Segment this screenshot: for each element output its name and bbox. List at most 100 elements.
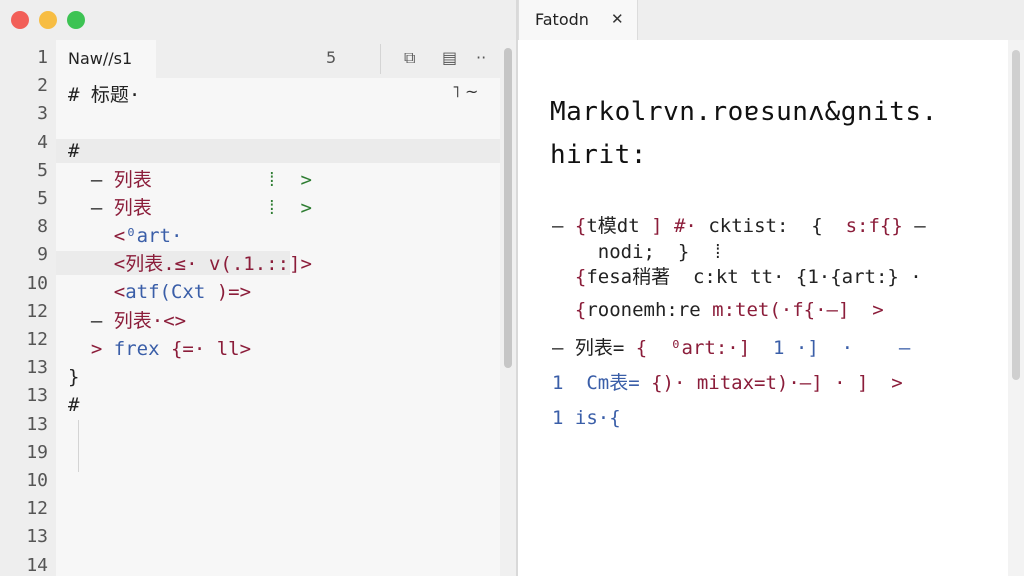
preview-line: nodi; } ⁞ [552,240,724,264]
line-number: 13 [26,413,48,435]
preview-line: {roonemh:re m:tet(·f{·–] > [552,298,884,322]
title-bar: Fatodn ✕ [0,0,1024,40]
preview-scrollbar[interactable] [1008,40,1024,576]
toolbar-divider [380,44,381,74]
line-number: 13 [26,385,48,407]
preview-line-token: 1 Cm表= [552,372,652,394]
code-line-token: – [68,168,114,191]
code-line: – 列表 ⁞ > [68,197,312,219]
preview-line-token: ckti [708,215,755,237]
preview-line: – 列表= { ⁰art:·] 1 ·] · – [552,336,910,360]
code-line-token: :]> [277,253,312,276]
code-line: # 标题· [68,84,140,106]
code-line: # [68,394,79,416]
code-line-token: {=· ll> [159,337,252,360]
maximize-button[interactable] [67,11,85,29]
preview-line-token: – 列表= [552,337,636,359]
preview-line: 1 is·{ [552,406,621,430]
preview-line-token: t模dt [586,215,640,237]
tab-editor-file[interactable]: Naw//s1 [56,40,156,78]
close-button[interactable] [11,11,29,29]
app-window: Fatodn ✕ 1 2 3 4 5 5 8 9 10 12 12 13 13 13 19 10 12 13 14 … [0,0,1024,576]
preview-line-token: 1 is·{ [552,407,621,429]
code-line-token: 列表 [113,196,152,219]
indent-guide [78,420,79,472]
code-line: # [68,140,79,162]
preview-line-token: s:f{} [845,215,903,237]
preview-line: 1 Cm表= {)· mitax=t)·–] · ] > [552,371,903,395]
code-line: – 列表·<> [68,310,186,332]
line-number: 4 [37,131,48,153]
line-number: 1 [37,47,48,68]
preview-tab-label: Fatodn [535,10,589,29]
line-number: 10 [26,272,48,294]
editor-pane[interactable] [56,40,500,576]
preview-line-token: fesa稍著 [586,266,671,288]
preview-line: {fesa稍著 c:kt tt· {1·{art:} · [552,265,922,289]
code-line-token: < [68,225,126,247]
split-view-icon[interactable]: ⧉ [404,48,415,68]
preview-line-token: m:tet(·f{·–] > [700,299,884,321]
line-number: 12 [26,498,48,520]
code-line-token: < [68,281,126,304]
code-line-token: > [300,196,312,219]
line-number: 3 [37,103,48,125]
preview-line-token: 1 ·] · – [750,337,911,359]
preview-line-token: {)· mitax=t)·–] · ] > [651,372,903,394]
code-line-token: # [68,140,80,163]
code-line-token: – [68,309,114,332]
code-line: <⁰art· [68,225,183,247]
preview-line-token: – [552,215,575,237]
preview-line-token: { [552,266,587,288]
code-line-token: } [68,366,80,388]
minimize-button[interactable] [39,11,57,29]
editor-scrollbar[interactable] [500,40,516,576]
cursor-mark-icon: ˥ ~ [452,82,479,101]
preview-heading-line-1: Markolrvn.roɐsunʌ&gnits. [550,97,938,127]
preview-line-token: st: { [754,215,846,237]
preview-line-token: – [902,215,926,237]
editor-tab-label: Naw//s1 [68,49,133,68]
line-number-gutter: 1 2 3 4 5 5 8 9 10 12 12 13 13 13 19 10 12 13 14 [0,40,56,576]
line-number: 13 [26,357,48,379]
code-line-token: > [68,337,114,360]
code-line-token: < [68,253,126,276]
line-number: 13 [26,526,48,548]
code-line-token: > [300,168,312,191]
marker-icon[interactable]: 5 [326,48,336,67]
line-number: 10 [26,470,48,491]
line-number: 5 [37,188,48,209]
preview-line-token: { ⁰art:·] [635,337,751,359]
preview-scroll-thumb[interactable] [1012,50,1020,380]
code-line-token: ⁞ [151,196,301,219]
code-line-token: ⁰art· [125,225,183,247]
line-number: 5 [37,159,48,181]
preview-line-token: { [574,215,587,237]
code-line-token: atf(Cxt [125,281,206,304]
preview-line-token: c:kt tt· {1·{art:} · [670,266,922,288]
preview-toggle-icon[interactable]: ▤ [442,48,457,67]
code-line: } [68,366,79,388]
tab-preview[interactable]: Fatodn ✕ [518,0,638,40]
preview-line-token: nodi; } ⁞ [552,241,724,263]
code-line-token: 列表.≤· v(.1.: [125,253,278,276]
editor-scroll-thumb[interactable] [504,48,512,368]
preview-line: – {t模dt ] #· cktist: { s:f{} – [552,214,926,238]
line-number: 19 [26,441,48,463]
more-options-icon[interactable]: ·· [476,48,486,67]
line-number: 2 [37,75,48,97]
code-line: <列表.≤· v(.1.::]> [68,253,312,275]
current-line-highlight [56,139,500,163]
code-line-token: )=> [205,281,252,304]
code-line-token: 列表 [113,168,152,191]
line-number: 8 [37,216,48,238]
preview-line-token: roonemh:re [586,299,701,321]
close-icon[interactable]: ✕ [611,10,624,28]
preview-heading-line-2: hirit: [550,140,647,170]
code-line-token: # 标题· [68,84,141,106]
code-line: – 列表 ⁞ > [68,169,312,191]
line-number: 12 [26,300,48,322]
preview-line-token: ] #· [639,215,709,237]
code-line-token: 列表·<> [113,309,187,332]
preview-line-token: { [552,299,587,321]
